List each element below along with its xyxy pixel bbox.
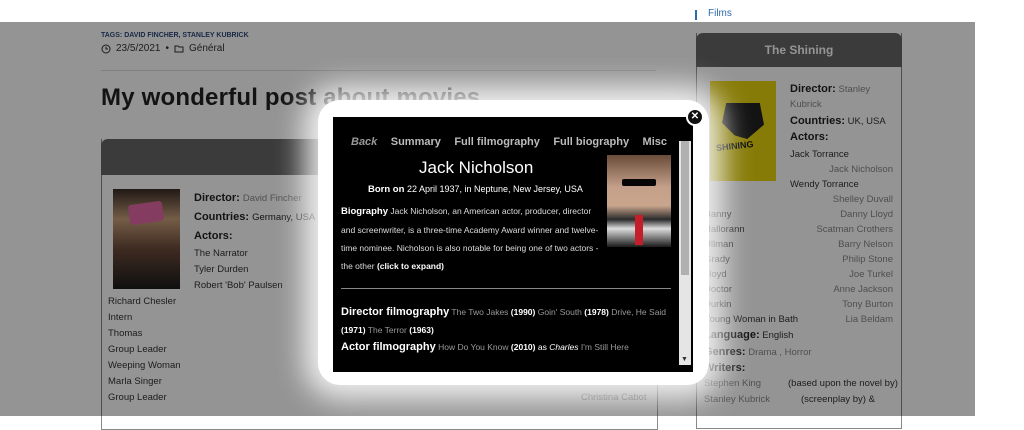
film-link[interactable]: I'm Still Here — [581, 342, 629, 352]
film-year: (1990) — [510, 307, 536, 317]
nav-full-filmography[interactable]: Full filmography — [454, 136, 540, 148]
close-icon[interactable]: ✕ — [686, 108, 704, 126]
film-link[interactable]: Drive, He Said — [611, 307, 666, 317]
bio-label: Biography — [341, 206, 388, 217]
person-name: Jack Nicholson — [419, 158, 534, 177]
person-popup: Back Summary Full filmography Full biogr… — [333, 117, 693, 372]
film-link[interactable]: How Do You Know — [438, 342, 508, 352]
nav-misc[interactable]: Misc — [643, 136, 667, 148]
page: TAGS: DAVID FINCHER, STANLEY KUBRICK 23/… — [0, 0, 1024, 430]
role-name: Charles — [549, 342, 579, 352]
nav-full-biography[interactable]: Full biography — [553, 136, 629, 148]
film-year: (1963) — [409, 325, 434, 335]
as-label: as — [537, 342, 547, 352]
actor-filmography: Actor filmography How Do You Know (2010)… — [341, 338, 671, 356]
born-value: 22 April 1937, in Neptune, New Jersey, U… — [406, 184, 583, 194]
born-row: Born on 22 April 1937, in Neptune, New J… — [368, 184, 583, 195]
scrollbar-thumb[interactable] — [681, 141, 689, 275]
divider — [341, 288, 671, 289]
nav-back[interactable]: Back — [351, 136, 377, 148]
film-year: (2010) — [510, 342, 536, 352]
film-year: (1978) — [584, 307, 609, 317]
photo-detail — [635, 215, 643, 245]
film-year: (1971) — [341, 325, 366, 335]
born-label: Born on — [368, 184, 405, 195]
person-photo — [607, 155, 671, 247]
category-label: Films — [708, 8, 732, 19]
section-label: Director filmography — [341, 306, 450, 318]
nav-summary[interactable]: Summary — [391, 136, 441, 148]
photo-detail — [622, 179, 656, 186]
biography: Biography Jack Nicholson, an American ac… — [341, 202, 603, 275]
sidebar-category-link[interactable]: Films — [695, 8, 732, 20]
section-label: Actor filmography — [341, 341, 436, 353]
director-filmography: Director filmography The Two Jakes (1990… — [341, 303, 671, 339]
scroll-down-icon[interactable]: ▼ — [681, 356, 688, 363]
film-link[interactable]: The Two Jakes — [451, 307, 508, 317]
popup-nav: Back Summary Full filmography Full biogr… — [333, 136, 675, 148]
film-link[interactable]: The Terror — [368, 325, 407, 335]
film-link[interactable]: Goin' South — [538, 307, 582, 317]
expand-link[interactable]: (click to expand) — [377, 261, 444, 271]
popup-scrollbar[interactable]: ▼ — [679, 141, 691, 365]
